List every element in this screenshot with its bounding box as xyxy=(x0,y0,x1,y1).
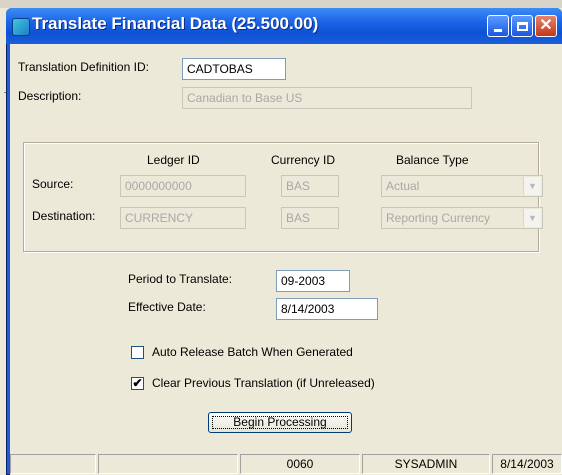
app-icon xyxy=(12,18,30,36)
begin-processing-button[interactable]: Begin Processing xyxy=(208,412,352,433)
maximize-icon xyxy=(516,21,528,31)
destination-currency-id-field[interactable]: BAS xyxy=(281,207,339,229)
title-bar[interactable]: Translate Financial Data (25.500.00) ✕ xyxy=(6,8,562,44)
source-label: Source: xyxy=(32,177,74,191)
ledger-currency-groupbox: Ledger ID Currency ID Balance Type Sourc… xyxy=(23,142,543,252)
source-balance-type-select[interactable]: Actual ▼ xyxy=(381,175,543,197)
translation-definition-id-label: Translation Definition ID: xyxy=(18,60,149,74)
client-area: Translation Definition ID: CADTOBAS Desc… xyxy=(10,44,562,475)
source-currency-id-field[interactable]: BAS xyxy=(281,175,339,197)
maximize-button[interactable] xyxy=(511,15,533,37)
background-window-strip xyxy=(0,0,562,8)
auto-release-checkbox[interactable] xyxy=(131,346,144,359)
destination-ledger-id-field[interactable]: CURRENCY xyxy=(120,207,246,229)
status-cell-blank xyxy=(10,454,96,474)
translation-definition-id-field[interactable]: CADTOBAS xyxy=(182,58,286,80)
status-bar: 0060 SYSADMIN 8/14/2003 xyxy=(10,452,562,475)
status-date: 8/14/2003 xyxy=(492,454,562,474)
translate-financial-data-window: Translate Financial Data (25.500.00) ✕ T… xyxy=(6,8,562,475)
status-user: SYSADMIN xyxy=(362,454,490,474)
minimize-icon xyxy=(494,28,502,32)
destination-label: Destination: xyxy=(32,209,96,223)
status-company: 0060 xyxy=(240,454,360,474)
balance-type-header: Balance Type xyxy=(396,153,469,167)
auto-release-label[interactable]: Auto Release Batch When Generated xyxy=(152,345,353,359)
clear-previous-label[interactable]: Clear Previous Translation (if Unrelease… xyxy=(152,376,375,390)
effective-date-field[interactable]: 8/14/2003 xyxy=(276,298,378,320)
window-title: Translate Financial Data (25.500.00) xyxy=(32,14,319,33)
clear-previous-checkbox[interactable]: ✔ xyxy=(131,377,144,390)
description-field[interactable]: Canadian to Base US xyxy=(182,87,472,109)
minimize-button[interactable] xyxy=(487,15,509,37)
source-balance-type-value: Actual xyxy=(386,179,420,193)
currency-id-header: Currency ID xyxy=(271,153,336,167)
focus-rectangle xyxy=(212,416,348,429)
description-label: Description: xyxy=(18,89,82,103)
source-ledger-id-field[interactable]: 0000000000 xyxy=(120,175,246,197)
period-to-translate-field[interactable]: 09-2003 xyxy=(276,270,350,292)
close-icon: ✕ xyxy=(539,17,553,34)
effective-date-label: Effective Date: xyxy=(128,300,206,314)
ledger-id-header: Ledger ID xyxy=(147,153,200,167)
close-button[interactable]: ✕ xyxy=(535,15,557,37)
destination-balance-type-select[interactable]: Reporting Currency ▼ xyxy=(381,207,543,229)
dropdown-arrow-icon[interactable]: ▼ xyxy=(523,209,541,227)
dropdown-arrow-icon[interactable]: ▼ xyxy=(523,177,541,195)
destination-balance-type-value: Reporting Currency xyxy=(386,211,491,225)
status-cell-blank xyxy=(98,454,238,474)
period-to-translate-label: Period to Translate: xyxy=(128,272,233,286)
